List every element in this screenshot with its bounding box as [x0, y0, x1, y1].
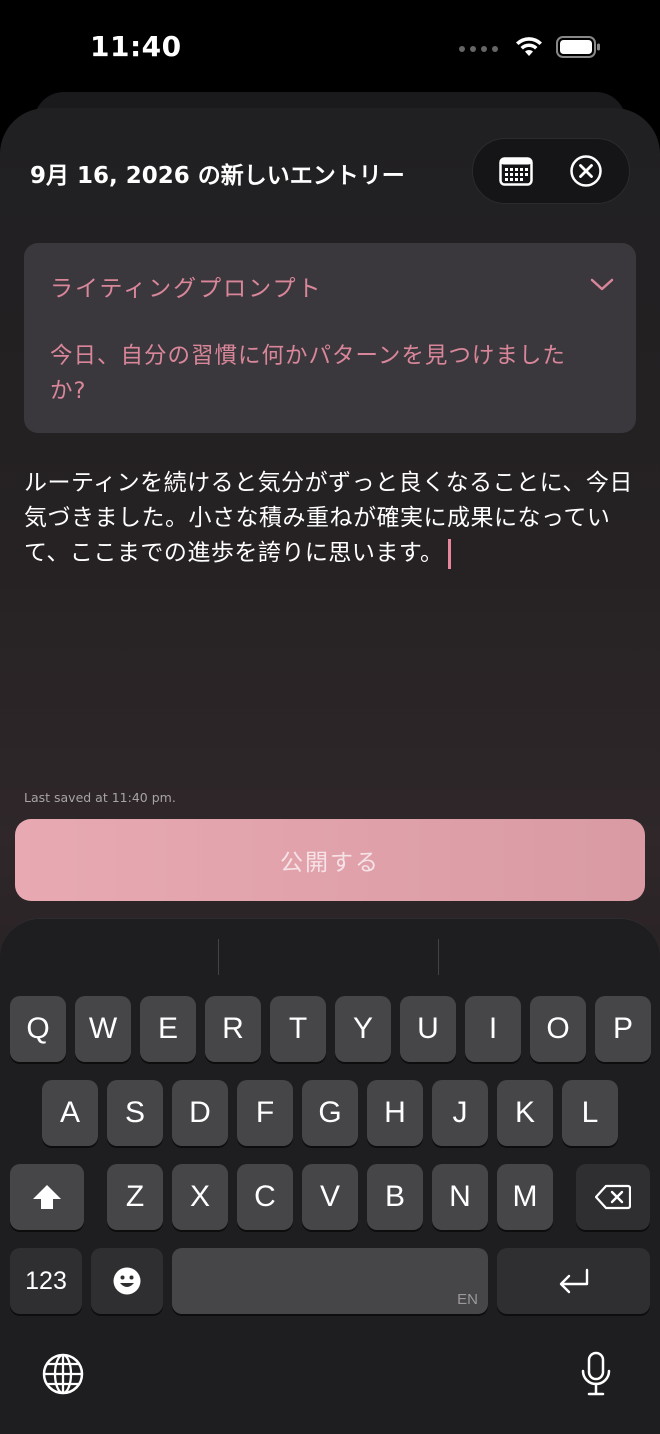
space-language-label: EN — [457, 1291, 478, 1308]
prompt-label: ライティングプロンプト — [50, 276, 323, 302]
delete-key[interactable] — [576, 1164, 650, 1230]
shift-icon — [33, 1185, 61, 1209]
key-u[interactable]: U — [400, 996, 456, 1062]
key-a[interactable]: A — [42, 1080, 98, 1146]
last-saved-status: Last saved at 11:40 pm. — [24, 790, 176, 805]
key-f[interactable]: F — [237, 1080, 293, 1146]
suggestion-divider — [438, 939, 439, 975]
close-circle-icon[interactable] — [564, 149, 608, 193]
status-indicators — [459, 36, 602, 62]
chevron-down-icon[interactable] — [590, 277, 614, 296]
key-b[interactable]: B — [367, 1164, 423, 1230]
space-key[interactable]: EN — [172, 1248, 488, 1314]
writing-prompt-card[interactable]: ライティングプロンプト 今日、自分の習慣に何かパターンを見つけましたか? — [24, 243, 636, 433]
emoji-icon — [113, 1267, 141, 1295]
key-n[interactable]: N — [432, 1164, 488, 1230]
suggestion-divider — [218, 939, 219, 975]
publish-button[interactable]: 公開する — [15, 819, 645, 901]
key-z[interactable]: Z — [107, 1164, 163, 1230]
key-h[interactable]: H — [367, 1080, 423, 1146]
delete-icon — [595, 1184, 631, 1210]
key-w[interactable]: W — [75, 996, 131, 1062]
key-t[interactable]: T — [270, 996, 326, 1062]
key-s[interactable]: S — [107, 1080, 163, 1146]
microphone-icon[interactable] — [574, 1349, 618, 1399]
battery-icon — [556, 36, 602, 62]
key-k[interactable]: K — [497, 1080, 553, 1146]
key-o[interactable]: O — [530, 996, 586, 1062]
key-y[interactable]: Y — [335, 996, 391, 1062]
key-p[interactable]: P — [595, 996, 651, 1062]
keyboard: Q W E R T Y U I O P A S D F G H J K L Z … — [0, 918, 660, 1434]
prompt-text: 今日、自分の習慣に何かパターンを見つけましたか? — [50, 343, 566, 404]
text-cursor — [447, 538, 451, 569]
key-d[interactable]: D — [172, 1080, 228, 1146]
key-v[interactable]: V — [302, 1164, 358, 1230]
key-c[interactable]: C — [237, 1164, 293, 1230]
key-q[interactable]: Q — [10, 996, 66, 1062]
emoji-key[interactable] — [91, 1248, 163, 1314]
key-e[interactable]: E — [140, 996, 196, 1062]
status-bar: 11:40 — [0, 0, 660, 96]
globe-icon[interactable] — [40, 1351, 86, 1397]
shift-key[interactable] — [10, 1164, 84, 1230]
entry-sheet: 9月 16, 2026 の新しいエントリー ライティングプロンプト 今日、自分の… — [0, 108, 660, 1434]
key-r[interactable]: R — [205, 996, 261, 1062]
status-time: 11:40 — [90, 30, 182, 63]
entry-body-text: ルーティンを続けると気分がずっと良くなることに、今日気づきました。小さな積み重ね… — [24, 470, 633, 566]
key-l[interactable]: L — [562, 1080, 618, 1146]
key-j[interactable]: J — [432, 1080, 488, 1146]
key-i[interactable]: I — [465, 996, 521, 1062]
key-x[interactable]: X — [172, 1164, 228, 1230]
entry-title: 9月 16, 2026 の新しいエントリー — [30, 163, 405, 189]
key-m[interactable]: M — [497, 1164, 553, 1230]
calendar-icon[interactable] — [494, 149, 538, 193]
numbers-key[interactable]: 123 — [10, 1248, 82, 1314]
header-actions — [472, 138, 630, 204]
wifi-icon — [514, 36, 544, 62]
key-g[interactable]: G — [302, 1080, 358, 1146]
return-key[interactable] — [497, 1248, 650, 1314]
signal-dots-icon — [459, 46, 498, 52]
return-icon — [559, 1268, 588, 1294]
entry-body-editor[interactable]: ルーティンを続けると気分がずっと良くなることに、今日気づきました。小さな積み重ね… — [24, 466, 638, 571]
